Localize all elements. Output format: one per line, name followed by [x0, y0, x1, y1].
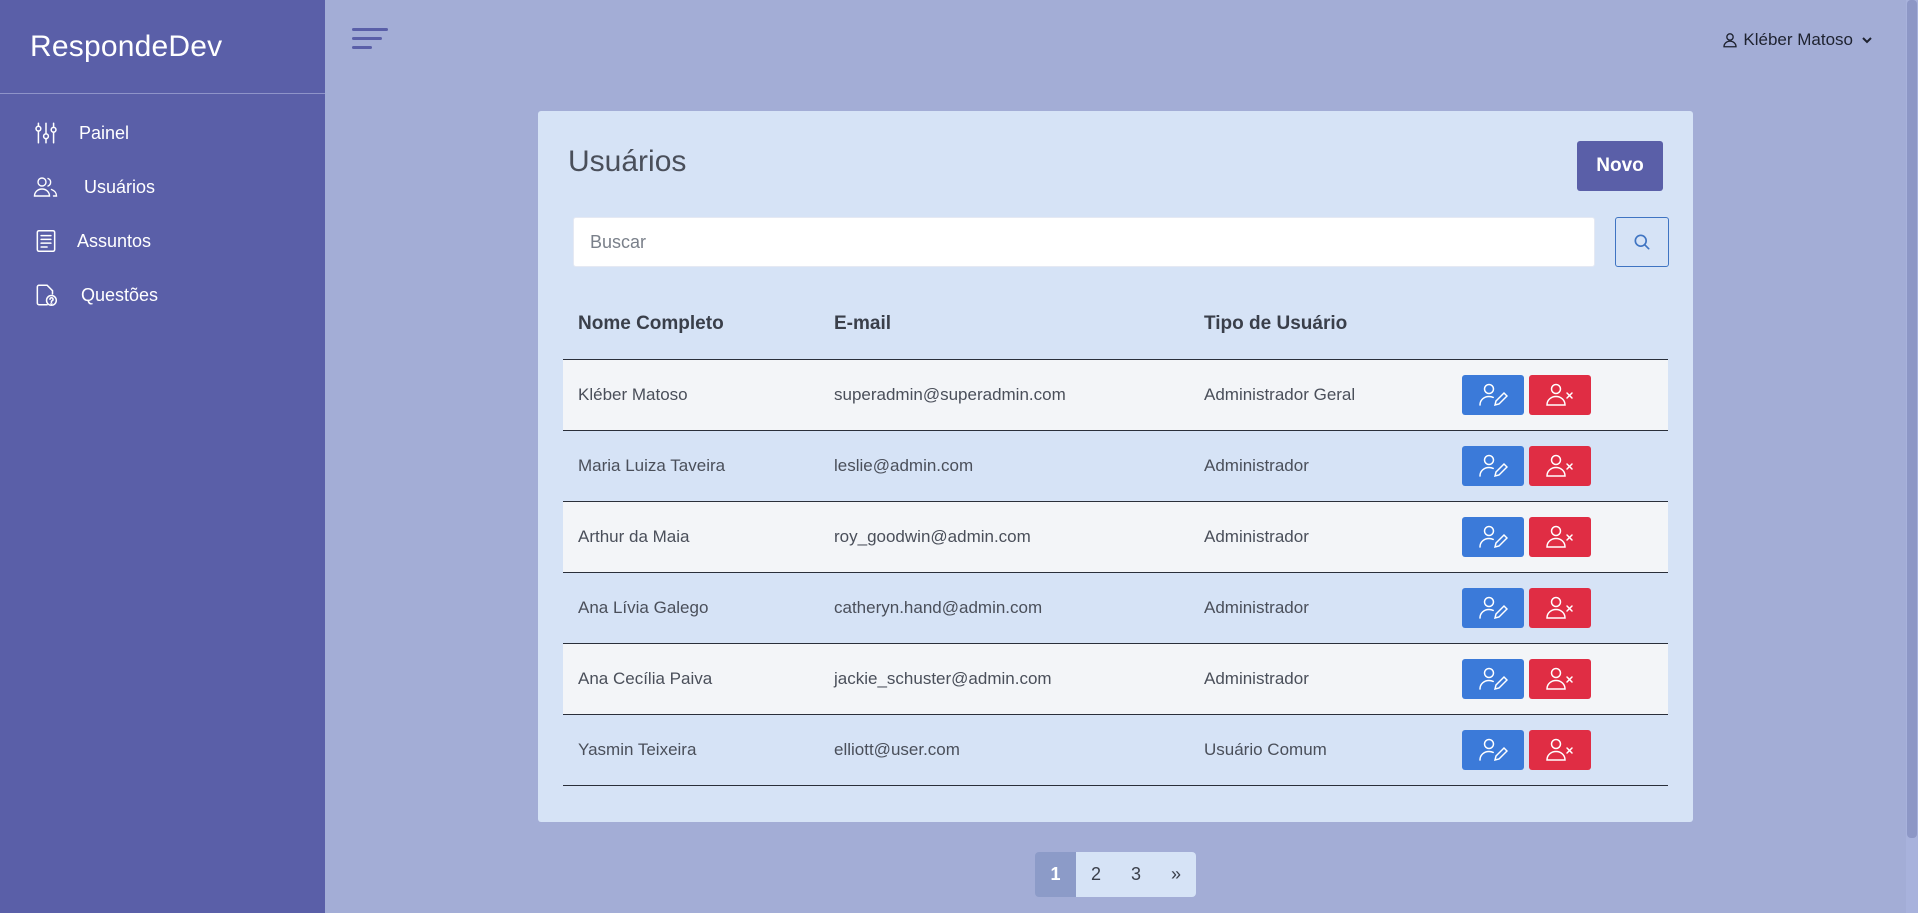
delete-user-button[interactable]	[1529, 729, 1591, 770]
sidebar-item-questoes[interactable]: Questões	[0, 268, 325, 322]
delete-user-button[interactable]	[1529, 445, 1591, 486]
delete-user-button[interactable]	[1529, 587, 1591, 628]
table-row: Yasmin Teixeira elliott@user.com Usuário…	[563, 714, 1668, 785]
user-edit-icon	[1479, 454, 1508, 477]
cell-email: roy_goodwin@admin.com	[834, 526, 1031, 546]
next-page-link[interactable]: »	[1156, 852, 1196, 897]
page-1-link[interactable]: 1	[1035, 852, 1076, 897]
cell-actions	[1447, 714, 1668, 785]
user-remove-icon	[1546, 738, 1573, 761]
cell-type: Administrador	[1204, 668, 1309, 688]
search-button[interactable]	[1615, 217, 1669, 267]
user-remove-icon	[1546, 383, 1573, 406]
cell-type: Usuário Comum	[1204, 739, 1327, 759]
sidebar-item-label: Usuários	[84, 176, 156, 197]
cell-type: Administrador	[1204, 455, 1309, 475]
user-name: Kléber Matoso	[1743, 30, 1853, 49]
cell-actions	[1447, 430, 1668, 501]
users-card: Usuários Novo Nome Completo E-mail Tipo …	[538, 111, 1693, 822]
menu-toggle-icon[interactable]	[352, 28, 390, 54]
user-remove-icon	[1546, 525, 1573, 548]
cell-name: Maria Luiza Taveira	[578, 455, 726, 475]
delete-user-button[interactable]	[1529, 516, 1591, 557]
user-menu[interactable]: Kléber Matoso	[1721, 30, 1873, 50]
user-edit-icon	[1479, 525, 1508, 548]
user-edit-icon	[1479, 667, 1508, 690]
sidebar-item-usuarios[interactable]: Usuários	[0, 160, 325, 214]
users-icon	[33, 177, 58, 197]
edit-user-button[interactable]	[1462, 445, 1524, 486]
cell-name: Arthur da Maia	[578, 526, 690, 546]
cell-type: Administrador	[1204, 526, 1309, 546]
cell-actions	[1447, 572, 1668, 643]
table-row: Maria Luiza Taveira leslie@admin.com Adm…	[563, 430, 1668, 501]
cell-type: Administrador	[1204, 597, 1309, 617]
column-header-type[interactable]: Tipo de Usuário	[1189, 289, 1447, 360]
cell-name: Ana Lívia Galego	[578, 597, 709, 617]
scrollbar-thumb[interactable]	[1907, 0, 1917, 838]
cell-name: Ana Cecília Paiva	[578, 668, 713, 688]
cell-type: Administrador Geral	[1204, 384, 1356, 404]
edit-user-button[interactable]	[1462, 658, 1524, 699]
delete-user-button[interactable]	[1529, 374, 1591, 415]
table-row: Ana Cecília Paiva jackie_schuster@admin.…	[563, 643, 1668, 714]
brand-logo[interactable]: RespondeDev	[0, 0, 325, 94]
edit-user-button[interactable]	[1462, 516, 1524, 557]
edit-user-button[interactable]	[1462, 374, 1524, 415]
table-row: Kléber Matoso superadmin@superadmin.com …	[563, 359, 1668, 430]
sliders-icon	[35, 122, 57, 144]
search-icon	[1634, 234, 1650, 250]
sidebar-item-label: Painel	[79, 122, 130, 143]
sidebar-item-label: Assuntos	[77, 230, 152, 251]
user-edit-icon	[1479, 383, 1508, 406]
cell-actions	[1447, 643, 1668, 714]
page-title: Usuários	[568, 145, 687, 178]
user-remove-icon	[1546, 454, 1573, 477]
file-question-icon	[36, 284, 58, 307]
user-icon	[1723, 33, 1738, 48]
pagination: 1 2 3 »	[1035, 852, 1196, 897]
table-row: Ana Lívia Galego catheryn.hand@admin.com…	[563, 572, 1668, 643]
cell-email: superadmin@superadmin.com	[834, 384, 1066, 404]
sidebar-item-assuntos[interactable]: Assuntos	[0, 214, 325, 268]
page-2-link[interactable]: 2	[1076, 852, 1116, 897]
cell-actions	[1447, 359, 1668, 430]
user-remove-icon	[1546, 667, 1573, 690]
cell-actions	[1447, 501, 1668, 572]
cell-name: Yasmin Teixeira	[578, 739, 697, 759]
new-user-button[interactable]: Novo	[1577, 141, 1663, 191]
sidebar-item-painel[interactable]: Painel	[0, 106, 325, 160]
sidebar: RespondeDev Painel Usuários Assuntos Que…	[0, 0, 325, 913]
sidebar-item-label: Questões	[81, 284, 159, 305]
page-scrollbar[interactable]	[1906, 0, 1918, 913]
column-header-name[interactable]: Nome Completo	[563, 289, 819, 360]
document-icon	[36, 229, 56, 253]
search-input[interactable]	[573, 217, 1595, 267]
table-row: Arthur da Maia roy_goodwin@admin.com Adm…	[563, 501, 1668, 572]
cell-email: leslie@admin.com	[834, 455, 974, 475]
sidebar-nav: Painel Usuários Assuntos Questões	[0, 94, 325, 322]
page-3-link[interactable]: 3	[1116, 852, 1156, 897]
user-edit-icon	[1479, 738, 1508, 761]
cell-email: elliott@user.com	[834, 739, 960, 759]
users-table: Nome Completo E-mail Tipo de Usuário Klé…	[563, 289, 1668, 786]
delete-user-button[interactable]	[1529, 658, 1591, 699]
edit-user-button[interactable]	[1462, 729, 1524, 770]
table-header-row: Nome Completo E-mail Tipo de Usuário	[563, 289, 1668, 360]
cell-name: Kléber Matoso	[578, 384, 688, 404]
chevron-down-icon	[1862, 37, 1872, 44]
edit-user-button[interactable]	[1462, 587, 1524, 628]
column-header-email[interactable]: E-mail	[819, 289, 1189, 360]
user-edit-icon	[1479, 596, 1508, 619]
column-header-actions	[1447, 289, 1668, 360]
user-remove-icon	[1546, 596, 1573, 619]
cell-email: jackie_schuster@admin.com	[834, 668, 1052, 688]
cell-email: catheryn.hand@admin.com	[834, 597, 1043, 617]
